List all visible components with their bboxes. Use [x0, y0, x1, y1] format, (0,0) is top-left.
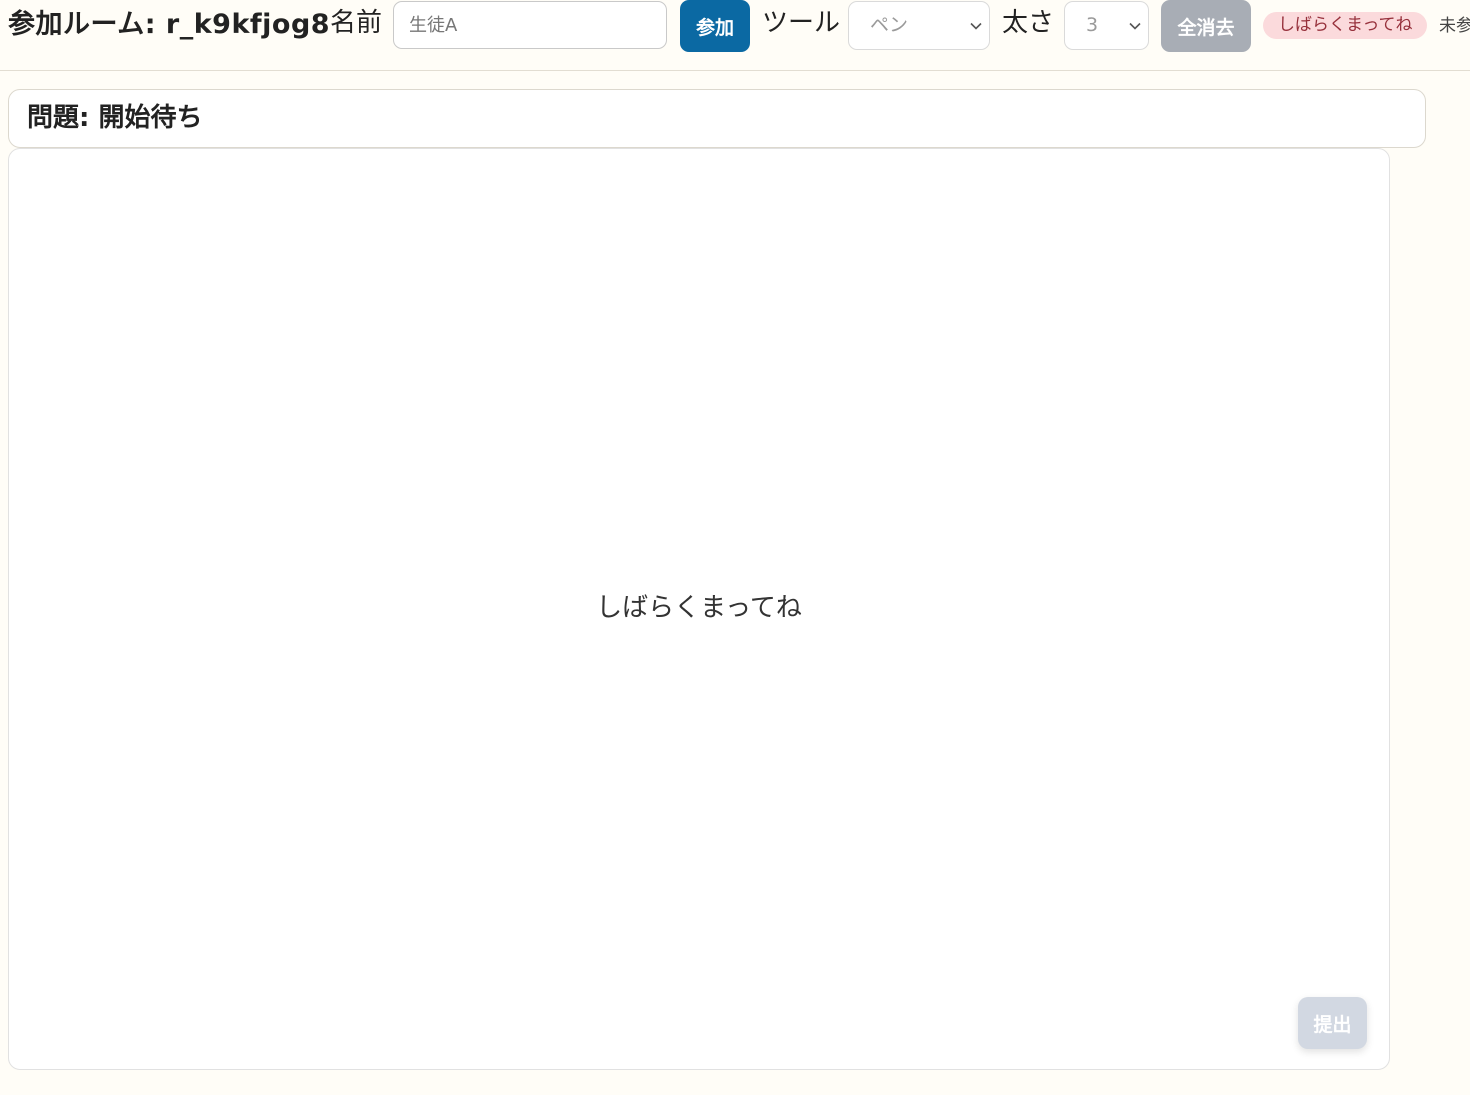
- toolbar: 参加ルーム: r_k9kfjog8 名前 参加 ツール ペン 太さ 3 全消去 …: [0, 0, 1470, 71]
- wait-message: しばらくまってね: [596, 593, 802, 623]
- width-label: 太さ: [1002, 8, 1055, 38]
- name-label: 名前: [330, 8, 383, 38]
- tool-select[interactable]: ペン: [848, 1, 990, 50]
- room-title: 参加ルーム: r_k9kfjog8: [8, 9, 331, 40]
- width-select[interactable]: 3: [1064, 1, 1149, 50]
- tool-select-value: ペン: [870, 14, 909, 36]
- width-select-value: 3: [1086, 14, 1099, 36]
- drawing-canvas[interactable]: しばらくまってね 提出: [8, 148, 1390, 1070]
- join-status-text: 未参加: [1439, 16, 1470, 36]
- chevron-down-icon: [1129, 22, 1141, 30]
- status-badge: しばらくまってね: [1263, 12, 1428, 39]
- tool-label: ツール: [762, 8, 841, 38]
- chevron-down-icon: [970, 22, 982, 30]
- name-input[interactable]: [393, 1, 667, 49]
- question-bar: 問題: 開始待ち: [8, 89, 1426, 148]
- join-button[interactable]: 参加: [680, 0, 750, 52]
- clear-all-button[interactable]: 全消去: [1161, 0, 1251, 52]
- submit-button[interactable]: 提出: [1298, 997, 1367, 1049]
